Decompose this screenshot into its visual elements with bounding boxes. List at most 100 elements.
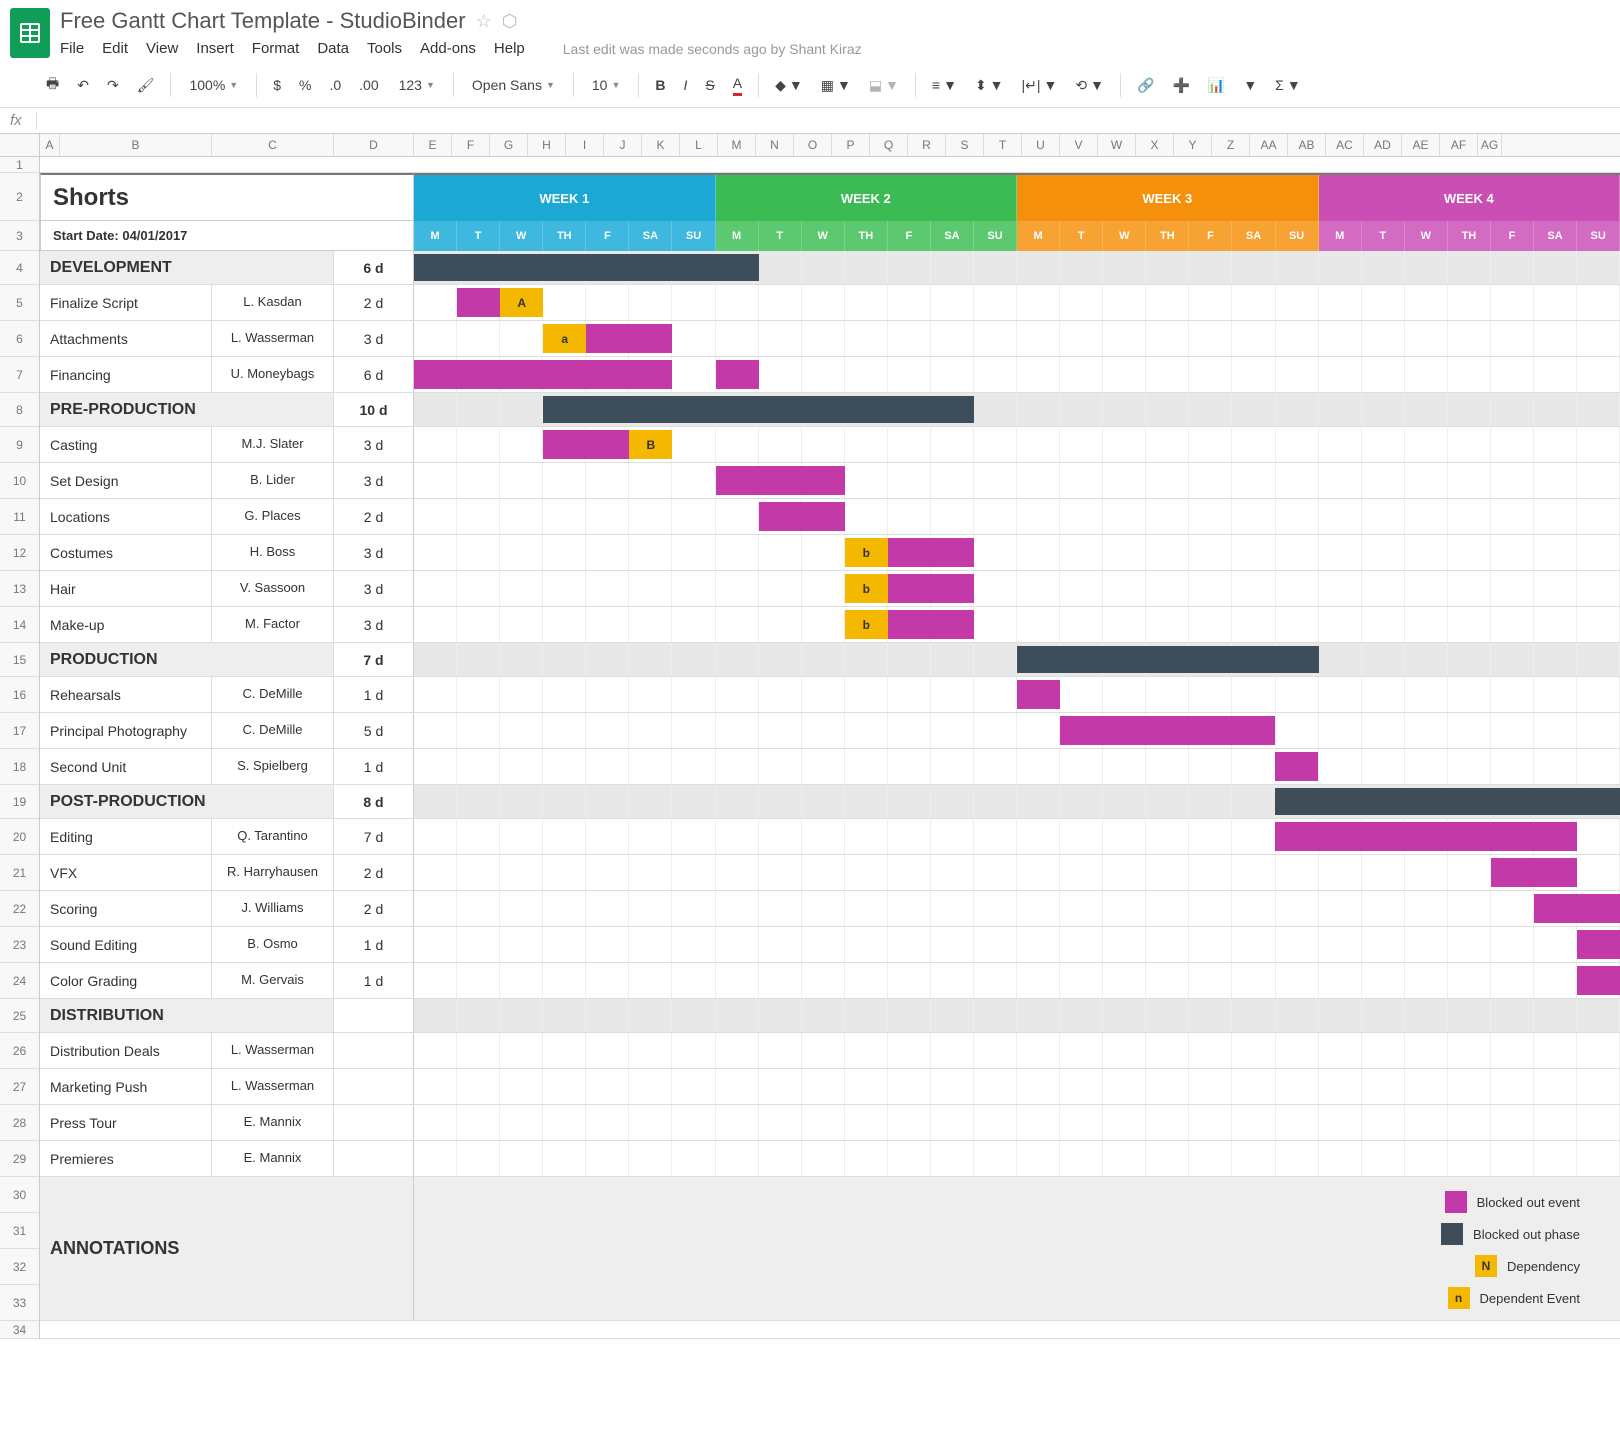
row-header[interactable]: 12	[0, 535, 39, 571]
task-row[interactable]: Sound EditingB. Osmo1 d	[40, 927, 1620, 963]
borders-icon[interactable]: ▦▼	[815, 73, 857, 98]
task-row[interactable]: Set DesignB. Lider3 d	[40, 463, 1620, 499]
functions-icon[interactable]: Σ▼	[1269, 73, 1307, 97]
doc-title[interactable]: Free Gantt Chart Template - StudioBinder	[60, 8, 466, 34]
task-row[interactable]: ScoringJ. Williams2 d	[40, 891, 1620, 927]
menu-edit[interactable]: Edit	[102, 40, 128, 57]
percent-icon[interactable]: %	[293, 73, 317, 97]
menu-tools[interactable]: Tools	[367, 40, 402, 57]
row-header[interactable]: 34	[0, 1321, 39, 1339]
col-header[interactable]: L	[680, 134, 718, 156]
row-header[interactable]: 22	[0, 891, 39, 927]
row-header[interactable]: 9	[0, 427, 39, 463]
row-header[interactable]: 21	[0, 855, 39, 891]
italic-icon[interactable]: I	[678, 73, 694, 97]
row-header[interactable]: 7	[0, 357, 39, 393]
grid[interactable]: ShortsWEEK 1WEEK 2WEEK 3WEEK 4Start Date…	[40, 157, 1620, 1339]
col-header[interactable]: D	[334, 134, 414, 156]
col-header[interactable]: G	[490, 134, 528, 156]
row-header[interactable]: 23	[0, 927, 39, 963]
font-select[interactable]: Open Sans▼	[464, 73, 563, 97]
row-header[interactable]: 31	[0, 1213, 39, 1249]
fill-color-icon[interactable]: ◆▼	[769, 73, 809, 98]
rotate-icon[interactable]: ⟲▼	[1069, 73, 1110, 98]
task-row[interactable]: Press TourE. Mannix	[40, 1105, 1620, 1141]
more-formats[interactable]: 123▼	[391, 73, 443, 97]
decrease-decimal-icon[interactable]: .0	[323, 73, 347, 97]
col-header[interactable]: V	[1060, 134, 1098, 156]
col-header[interactable]: R	[908, 134, 946, 156]
row-header[interactable]: 4	[0, 251, 39, 285]
task-row[interactable]: AttachmentsL. Wasserman3 da	[40, 321, 1620, 357]
col-header[interactable]: F	[452, 134, 490, 156]
col-header[interactable]: AG	[1478, 134, 1502, 156]
col-header[interactable]: M	[718, 134, 756, 156]
section-row[interactable]: PRE-PRODUCTION10 d	[40, 393, 1620, 427]
task-row[interactable]: HairV. Sassoon3 db	[40, 571, 1620, 607]
row-header[interactable]: 26	[0, 1033, 39, 1069]
col-header[interactable]: H	[528, 134, 566, 156]
menu-data[interactable]: Data	[317, 40, 349, 57]
col-header[interactable]: Q	[870, 134, 908, 156]
section-row[interactable]: PRODUCTION7 d	[40, 643, 1620, 677]
col-header[interactable]: B	[60, 134, 212, 156]
row-header[interactable]: 24	[0, 963, 39, 999]
move-icon[interactable]: ⬡	[502, 11, 518, 32]
col-header[interactable]: A	[40, 134, 60, 156]
section-row[interactable]: DISTRIBUTION	[40, 999, 1620, 1033]
col-header[interactable]: K	[642, 134, 680, 156]
col-header[interactable]: J	[604, 134, 642, 156]
col-header[interactable]: E	[414, 134, 452, 156]
col-header[interactable]: N	[756, 134, 794, 156]
row-header[interactable]: 18	[0, 749, 39, 785]
task-row[interactable]: VFXR. Harryhausen2 d	[40, 855, 1620, 891]
col-header[interactable]: U	[1022, 134, 1060, 156]
row-header[interactable]: 11	[0, 499, 39, 535]
task-row[interactable]: LocationsG. Places2 d	[40, 499, 1620, 535]
increase-decimal-icon[interactable]: .00	[353, 73, 384, 97]
row-header[interactable]: 20	[0, 819, 39, 855]
row-header[interactable]: 28	[0, 1105, 39, 1141]
row-header[interactable]: 27	[0, 1069, 39, 1105]
col-header[interactable]: S	[946, 134, 984, 156]
task-row[interactable]: CostumesH. Boss3 db	[40, 535, 1620, 571]
row-header[interactable]: 14	[0, 607, 39, 643]
row-header[interactable]: 33	[0, 1285, 39, 1321]
row-header[interactable]: 15	[0, 643, 39, 677]
row-header[interactable]: 8	[0, 393, 39, 427]
col-header[interactable]: AD	[1364, 134, 1402, 156]
col-header[interactable]: AE	[1402, 134, 1440, 156]
col-header[interactable]: Y	[1174, 134, 1212, 156]
row-header[interactable]: 5	[0, 285, 39, 321]
row-header[interactable]: 17	[0, 713, 39, 749]
bold-icon[interactable]: B	[649, 73, 671, 97]
row-header[interactable]: 6	[0, 321, 39, 357]
strikethrough-icon[interactable]: S	[699, 73, 720, 97]
halign-icon[interactable]: ≡▼	[926, 73, 963, 97]
row-header[interactable]: 32	[0, 1249, 39, 1285]
task-row[interactable]: Make-upM. Factor3 db	[40, 607, 1620, 643]
task-row[interactable]: Finalize ScriptL. Kasdan2 dA	[40, 285, 1620, 321]
task-row[interactable]: PremieresE. Mannix	[40, 1141, 1620, 1177]
row-header[interactable]: 3	[0, 221, 39, 251]
col-header[interactable]: AA	[1250, 134, 1288, 156]
link-icon[interactable]: 🔗	[1131, 73, 1160, 98]
comment-icon[interactable]: ➕	[1166, 73, 1195, 98]
zoom-select[interactable]: 100%▼	[181, 73, 246, 97]
star-icon[interactable]: ☆	[476, 11, 492, 32]
col-header[interactable]: AC	[1326, 134, 1364, 156]
filter-icon[interactable]: ▼	[1237, 73, 1263, 97]
sheets-icon[interactable]	[10, 8, 50, 58]
row-header[interactable]: 25	[0, 999, 39, 1033]
col-header[interactable]: AB	[1288, 134, 1326, 156]
merge-icon[interactable]: ⬓▼	[863, 73, 905, 98]
menu-format[interactable]: Format	[252, 40, 300, 57]
task-row[interactable]: CastingM.J. Slater3 dB	[40, 427, 1620, 463]
undo-icon[interactable]: ↶	[71, 73, 95, 98]
menu-file[interactable]: File	[60, 40, 84, 57]
menu-add-ons[interactable]: Add-ons	[420, 40, 476, 57]
row-header[interactable]: 2	[0, 173, 39, 221]
task-row[interactable]: Principal PhotographyC. DeMille5 d	[40, 713, 1620, 749]
section-row[interactable]: DEVELOPMENT6 d	[40, 251, 1620, 285]
task-row[interactable]: Marketing PushL. Wasserman	[40, 1069, 1620, 1105]
